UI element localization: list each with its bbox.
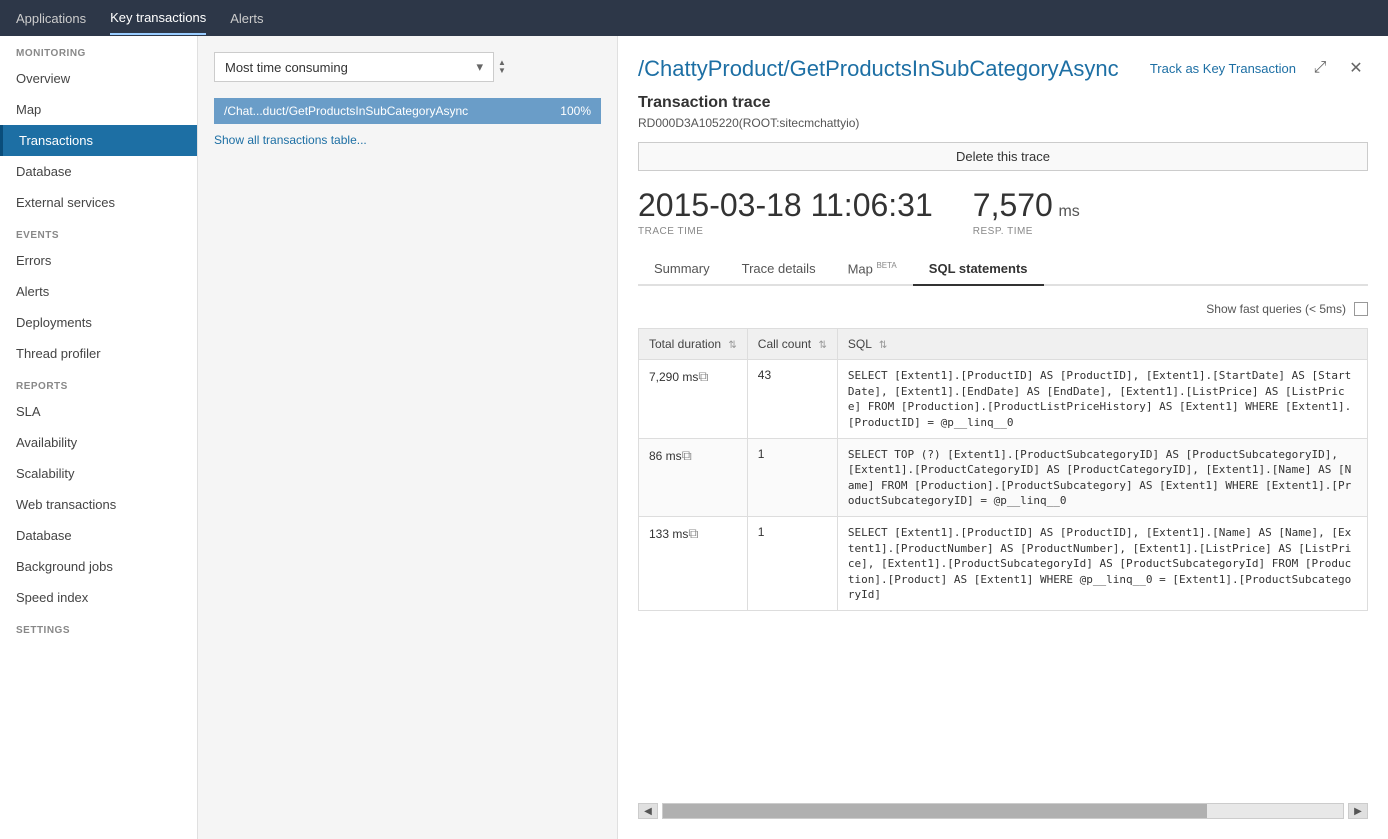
sql-table-container: Total duration ⇅ Call count ⇅ SQL ⇅ (638, 328, 1368, 791)
sidebar-item-overview[interactable]: Overview (0, 63, 197, 94)
cell-call-count: 43 (747, 360, 837, 439)
trace-time-value: 2015-03-18 11:06:31 (638, 187, 933, 223)
center-panel: Most time consuming ▾ ▲ ▼ /Chat...duct/G… (198, 36, 618, 839)
expand-icon-button[interactable]: ⤢ (1308, 56, 1332, 80)
dropdown-arrow-icon: ▾ (476, 59, 483, 75)
sidebar-item-thread-profiler[interactable]: Thread profiler (0, 338, 197, 369)
sql-code: SELECT [Extent1].[ProductID] AS [Product… (848, 526, 1351, 601)
fast-queries-label: Show fast queries (< 5ms) (1206, 302, 1346, 316)
table-row: 7,290 ms⧉43SELECT [Extent1].[ProductID] … (639, 360, 1368, 439)
sql-table: Total duration ⇅ Call count ⇅ SQL ⇅ (638, 328, 1368, 611)
copy-icon[interactable]: ⧉ (688, 525, 698, 541)
cell-sql[interactable]: SELECT [Extent1].[ProductID] AS [Product… (837, 517, 1367, 611)
trace-time-label: TRACE TIME (638, 226, 933, 237)
duration-value: 86 ms (649, 449, 682, 463)
nav-key-transactions[interactable]: Key transactions (110, 2, 206, 35)
show-all-transactions-link[interactable]: Show all transactions table... (214, 133, 367, 147)
sidebar-item-alerts[interactable]: Alerts (0, 276, 197, 307)
trace-time-block: 2015-03-18 11:06:31 TRACE TIME (638, 187, 933, 237)
duration-sort-icon: ⇅ (728, 340, 736, 351)
sidebar-item-map[interactable]: Map (0, 94, 197, 125)
col-total-duration[interactable]: Total duration ⇅ (639, 329, 748, 360)
resp-time-value: 7,570 (973, 187, 1053, 223)
cell-sql[interactable]: SELECT [Extent1].[ProductID] AS [Product… (837, 360, 1367, 439)
transaction-bar-percentage: 100% (560, 104, 591, 118)
sidebar-item-deployments[interactable]: Deployments (0, 307, 197, 338)
cell-duration: 133 ms⧉ (639, 517, 748, 611)
sidebar-item-speed-index[interactable]: Speed index (0, 582, 197, 613)
sidebar-item-web-transactions[interactable]: Web transactions (0, 489, 197, 520)
col-call-count[interactable]: Call count ⇅ (747, 329, 837, 360)
delete-trace-button[interactable]: Delete this trace (638, 142, 1368, 171)
resp-time-block: 7,570 ms RESP. TIME (973, 187, 1080, 237)
transaction-bar-label: /Chat...duct/GetProductsInSubCategoryAsy… (224, 104, 552, 118)
time-consuming-dropdown[interactable]: Most time consuming ▾ (214, 52, 494, 82)
stats-row: 2015-03-18 11:06:31 TRACE TIME 7,570 ms … (638, 187, 1368, 237)
resp-time-label: RESP. TIME (973, 226, 1080, 237)
map-beta-badge: BETA (876, 261, 896, 270)
col-sql[interactable]: SQL ⇅ (837, 329, 1367, 360)
sidebar-item-sla[interactable]: SLA (0, 396, 197, 427)
dropdown-row: Most time consuming ▾ ▲ ▼ (214, 52, 601, 82)
sidebar: MONITORING Overview Map Transactions Dat… (0, 36, 198, 839)
resp-time-unit: ms (1058, 203, 1079, 220)
top-navigation: Applications Key transactions Alerts (0, 0, 1388, 36)
sidebar-item-background-jobs[interactable]: Background jobs (0, 551, 197, 582)
cell-call-count: 1 (747, 517, 837, 611)
duration-value: 7,290 ms (649, 370, 698, 384)
duration-value: 133 ms (649, 527, 688, 541)
detail-panel: /ChattyProduct/GetProductsInSubCategoryA… (618, 36, 1388, 839)
nav-alerts[interactable]: Alerts (230, 3, 263, 34)
detail-content: Transaction trace RD000D3A105220(ROOT:si… (638, 94, 1368, 819)
table-row: 133 ms⧉1SELECT [Extent1].[ProductID] AS … (639, 517, 1368, 611)
sidebar-item-external-services[interactable]: External services (0, 187, 197, 218)
tab-sql-statements[interactable]: SQL statements (913, 253, 1044, 286)
sidebar-item-availability[interactable]: Availability (0, 427, 197, 458)
nav-applications[interactable]: Applications (16, 3, 86, 34)
sql-code: SELECT TOP (?) [Extent1].[ProductSubcate… (848, 448, 1351, 507)
fast-queries-checkbox[interactable] (1354, 302, 1368, 316)
copy-icon[interactable]: ⧉ (682, 447, 692, 463)
scrollbar-thumb (663, 804, 1207, 818)
table-row: 86 ms⧉1SELECT TOP (?) [Extent1].[Product… (639, 438, 1368, 517)
transaction-trace-heading: Transaction trace (638, 94, 1368, 112)
cell-duration: 86 ms⧉ (639, 438, 748, 517)
sidebar-item-scalability[interactable]: Scalability (0, 458, 197, 489)
close-detail-button[interactable]: ✕ (1344, 56, 1368, 80)
scroll-right-arrow[interactable]: ▶ (1348, 803, 1368, 819)
transaction-bar[interactable]: /Chat...duct/GetProductsInSubCategoryAsy… (214, 98, 601, 124)
tabs-row: Summary Trace details Map BETA SQL state… (638, 253, 1368, 286)
cell-sql[interactable]: SELECT TOP (?) [Extent1].[ProductSubcate… (837, 438, 1367, 517)
scrollbar-row: ◀ ▶ (638, 803, 1368, 819)
sidebar-item-database[interactable]: Database (0, 156, 197, 187)
sidebar-item-database-report[interactable]: Database (0, 520, 197, 551)
tab-summary[interactable]: Summary (638, 253, 726, 286)
tab-trace-details[interactable]: Trace details (726, 253, 832, 286)
detail-panel-header: /ChattyProduct/GetProductsInSubCategoryA… (638, 56, 1368, 82)
sort-down-icon: ▼ (498, 67, 506, 75)
dropdown-value: Most time consuming (225, 60, 348, 75)
scrollbar-track[interactable] (662, 803, 1344, 819)
sidebar-item-errors[interactable]: Errors (0, 245, 197, 276)
reports-section-label: REPORTS (0, 369, 197, 396)
cell-duration: 7,290 ms⧉ (639, 360, 748, 439)
detail-title: /ChattyProduct/GetProductsInSubCategoryA… (638, 56, 1150, 82)
settings-section-label: SETTINGS (0, 613, 197, 640)
call-count-sort-icon: ⇅ (819, 340, 827, 351)
sort-arrows[interactable]: ▲ ▼ (498, 59, 506, 75)
monitoring-section-label: MONITORING (0, 36, 197, 63)
track-key-transaction-button[interactable]: Track as Key Transaction (1150, 61, 1296, 76)
sidebar-item-transactions[interactable]: Transactions (0, 125, 197, 156)
sql-code: SELECT [Extent1].[ProductID] AS [Product… (848, 369, 1351, 428)
scroll-left-arrow[interactable]: ◀ (638, 803, 658, 819)
cell-call-count: 1 (747, 438, 837, 517)
events-section-label: EVENTS (0, 218, 197, 245)
copy-icon[interactable]: ⧉ (698, 368, 708, 384)
tab-map[interactable]: Map BETA (832, 253, 913, 286)
trace-subtitle: RD000D3A105220(ROOT:sitecmchattyio) (638, 116, 1368, 130)
header-actions: Track as Key Transaction ⤢ ✕ (1150, 56, 1368, 80)
sql-sort-icon: ⇅ (879, 340, 887, 351)
fast-queries-row: Show fast queries (< 5ms) (638, 302, 1368, 316)
